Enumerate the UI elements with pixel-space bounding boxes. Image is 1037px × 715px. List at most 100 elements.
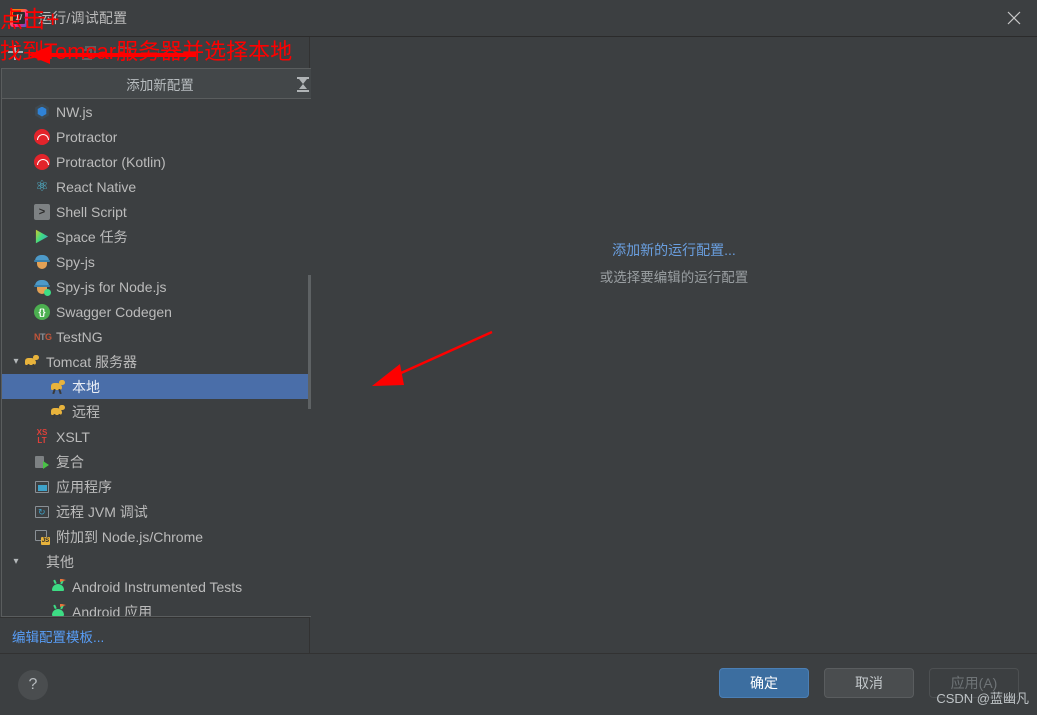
nwjs-icon xyxy=(35,103,49,120)
configuration-type-label: NW.js xyxy=(56,103,93,120)
dialog-button-bar: ? 确定 取消 应用(A) CSDN @蓝幽凡 xyxy=(0,653,1037,715)
shell-script-icon: > xyxy=(34,203,50,220)
react-native-icon: ⚛ xyxy=(35,177,49,195)
configuration-type-item[interactable]: 远程 xyxy=(2,399,318,424)
configuration-type-item[interactable]: Android 应用 xyxy=(2,599,318,616)
configuration-type-list[interactable]: NW.js Protractor Protractor (Kotlin) ⚛ Re… xyxy=(2,99,318,616)
watermark: CSDN @蓝幽凡 xyxy=(936,691,1029,706)
configuration-type-item[interactable]: 复合 xyxy=(2,449,318,474)
configuration-type-label: Spy-js for Node.js xyxy=(56,278,167,295)
tomcat-icon xyxy=(50,404,66,420)
edit-configuration-templates-link[interactable]: 编辑配置模板... xyxy=(12,626,104,646)
configuration-type-label: 附加到 Node.js/Chrome xyxy=(56,528,204,545)
compound-icon xyxy=(34,454,50,470)
configuration-type-item[interactable]: 本地 xyxy=(2,374,318,399)
configuration-type-label: TestNG xyxy=(56,328,103,345)
spy-js-node-icon xyxy=(34,279,51,296)
configuration-type-item[interactable]: JS 附加到 Node.js/Chrome xyxy=(2,524,318,549)
close-icon[interactable] xyxy=(991,0,1037,36)
configuration-type-label: Space 任务 xyxy=(56,228,128,245)
space-icon xyxy=(35,229,49,244)
chevron-down-icon[interactable]: ▾ xyxy=(8,349,24,374)
configuration-type-label: Spy-js xyxy=(56,253,95,270)
sort-configurations-button[interactable]: ↓ a z xyxy=(146,40,176,66)
tomcat-icon xyxy=(50,379,66,395)
help-button[interactable]: ? xyxy=(18,670,48,700)
configuration-detail-panel: 添加新的运行配置... 或选择要编辑的运行配置 xyxy=(311,37,1037,653)
application-icon xyxy=(34,479,50,495)
configuration-type-item[interactable]: Swagger Codegen xyxy=(2,299,318,324)
attach-node-chrome-icon: JS xyxy=(34,529,50,545)
configuration-type-item[interactable]: NTG TestNG xyxy=(2,324,318,349)
configuration-type-item[interactable]: Spy-js xyxy=(2,249,318,274)
ok-button[interactable]: 确定 xyxy=(719,668,809,698)
testng-icon: NTG xyxy=(34,331,52,342)
android-icon xyxy=(50,603,66,617)
configuration-type-item[interactable]: ⚛ React Native xyxy=(2,174,318,199)
configuration-type-item[interactable]: ↻ 远程 JVM 调试 xyxy=(2,499,318,524)
configuration-type-label: Swagger Codegen xyxy=(56,303,172,320)
configuration-type-label: 其他 xyxy=(46,553,74,570)
detail-panel-subtitle: 或选择要编辑的运行配置 xyxy=(599,270,749,285)
new-folder-button[interactable]: + xyxy=(110,40,140,66)
popup-header: 添加新配置 xyxy=(2,69,318,99)
configuration-type-item[interactable]: Spy-js for Node.js xyxy=(2,274,318,299)
configuration-type-label: React Native xyxy=(56,178,137,195)
window-title: 运行/调试配置 xyxy=(38,10,128,26)
add-new-configuration-popup: 添加新配置 NW.js Protractor Protractor (Kotli… xyxy=(1,68,319,617)
android-icon xyxy=(50,578,66,595)
configuration-type-item[interactable]: Android Instrumented Tests xyxy=(2,574,318,599)
configuration-type-item[interactable]: ▾ 其他 xyxy=(2,549,318,574)
add-configuration-button[interactable] xyxy=(0,40,30,66)
configuration-type-item[interactable]: 应用程序 xyxy=(2,474,318,499)
configuration-type-item[interactable]: Protractor (Kotlin) xyxy=(2,149,318,174)
intellij-idea-icon: IJ xyxy=(10,9,28,27)
title-bar: IJ 运行/调试配置 xyxy=(0,0,1037,37)
edit-templates-footer: 编辑配置模板... xyxy=(0,617,310,653)
tomcat-icon xyxy=(24,354,40,370)
remote-jvm-debug-icon: ↻ xyxy=(34,504,50,520)
configuration-type-label: 复合 xyxy=(56,453,84,470)
configuration-type-item[interactable]: > Shell Script xyxy=(2,199,318,224)
copy-icon xyxy=(82,45,96,60)
spy-js-icon xyxy=(34,254,50,270)
configuration-type-item[interactable]: ▾ Tomcat 服务器 xyxy=(2,349,318,374)
configuration-type-label: 应用程序 xyxy=(56,478,112,495)
folder-plus-icon: + xyxy=(117,46,134,61)
xslt-icon: XS LT xyxy=(36,427,48,445)
collapse-all-icon[interactable] xyxy=(296,75,310,93)
configurations-toolbar: + ↓ a z xyxy=(0,37,310,68)
configuration-type-label: XSLT xyxy=(56,428,90,445)
swagger-icon xyxy=(34,303,50,320)
chevron-down-icon[interactable]: ▾ xyxy=(8,549,24,574)
configuration-type-item[interactable]: Space 任务 xyxy=(2,224,318,249)
configuration-type-label: Android 应用 xyxy=(72,603,153,617)
configuration-type-item[interactable]: NW.js xyxy=(2,99,318,124)
copy-configuration-button[interactable] xyxy=(74,40,104,66)
configuration-type-item[interactable]: Protractor xyxy=(2,124,318,149)
add-new-run-configuration-link[interactable]: 添加新的运行配置... xyxy=(600,240,749,260)
configuration-type-label: 远程 xyxy=(72,403,100,420)
configuration-type-label: Shell Script xyxy=(56,203,127,220)
configuration-type-label: 远程 JVM 调试 xyxy=(56,503,148,520)
configuration-type-item[interactable]: XS LT XSLT xyxy=(2,424,318,449)
popup-title: 添加新配置 xyxy=(126,77,194,93)
configuration-type-label: Protractor (Kotlin) xyxy=(56,153,166,170)
plus-icon xyxy=(7,45,23,60)
cancel-button[interactable]: 取消 xyxy=(824,668,914,698)
configuration-type-label: Protractor xyxy=(56,128,118,145)
